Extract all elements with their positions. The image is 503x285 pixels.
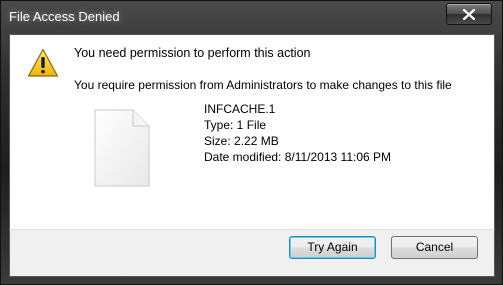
permission-heading: You need permission to perform this acti… (74, 46, 311, 60)
file-type: Type: 1 File (204, 118, 267, 132)
close-button[interactable] (446, 3, 492, 25)
title-bar[interactable]: File Access Denied (1, 1, 503, 34)
file-size: Size: 2.22 MB (204, 134, 279, 148)
permission-detail: You require permission from Administrato… (74, 78, 452, 92)
try-again-button[interactable]: Try Again (289, 236, 376, 259)
file-icon (94, 109, 150, 187)
dialog-footer: Try Again Cancel (9, 229, 495, 277)
dialog-content: You need permission to perform this acti… (9, 34, 495, 230)
close-icon (463, 9, 475, 20)
cancel-button[interactable]: Cancel (391, 236, 478, 259)
file-date-modified: Date modified: 8/11/2013 11:06 PM (204, 150, 392, 164)
file-name: INFCACHE.1 (204, 102, 276, 116)
dialog-window: File Access Denied You need permission t… (0, 0, 503, 285)
warning-icon (27, 48, 59, 77)
window-title: File Access Denied (9, 9, 120, 24)
